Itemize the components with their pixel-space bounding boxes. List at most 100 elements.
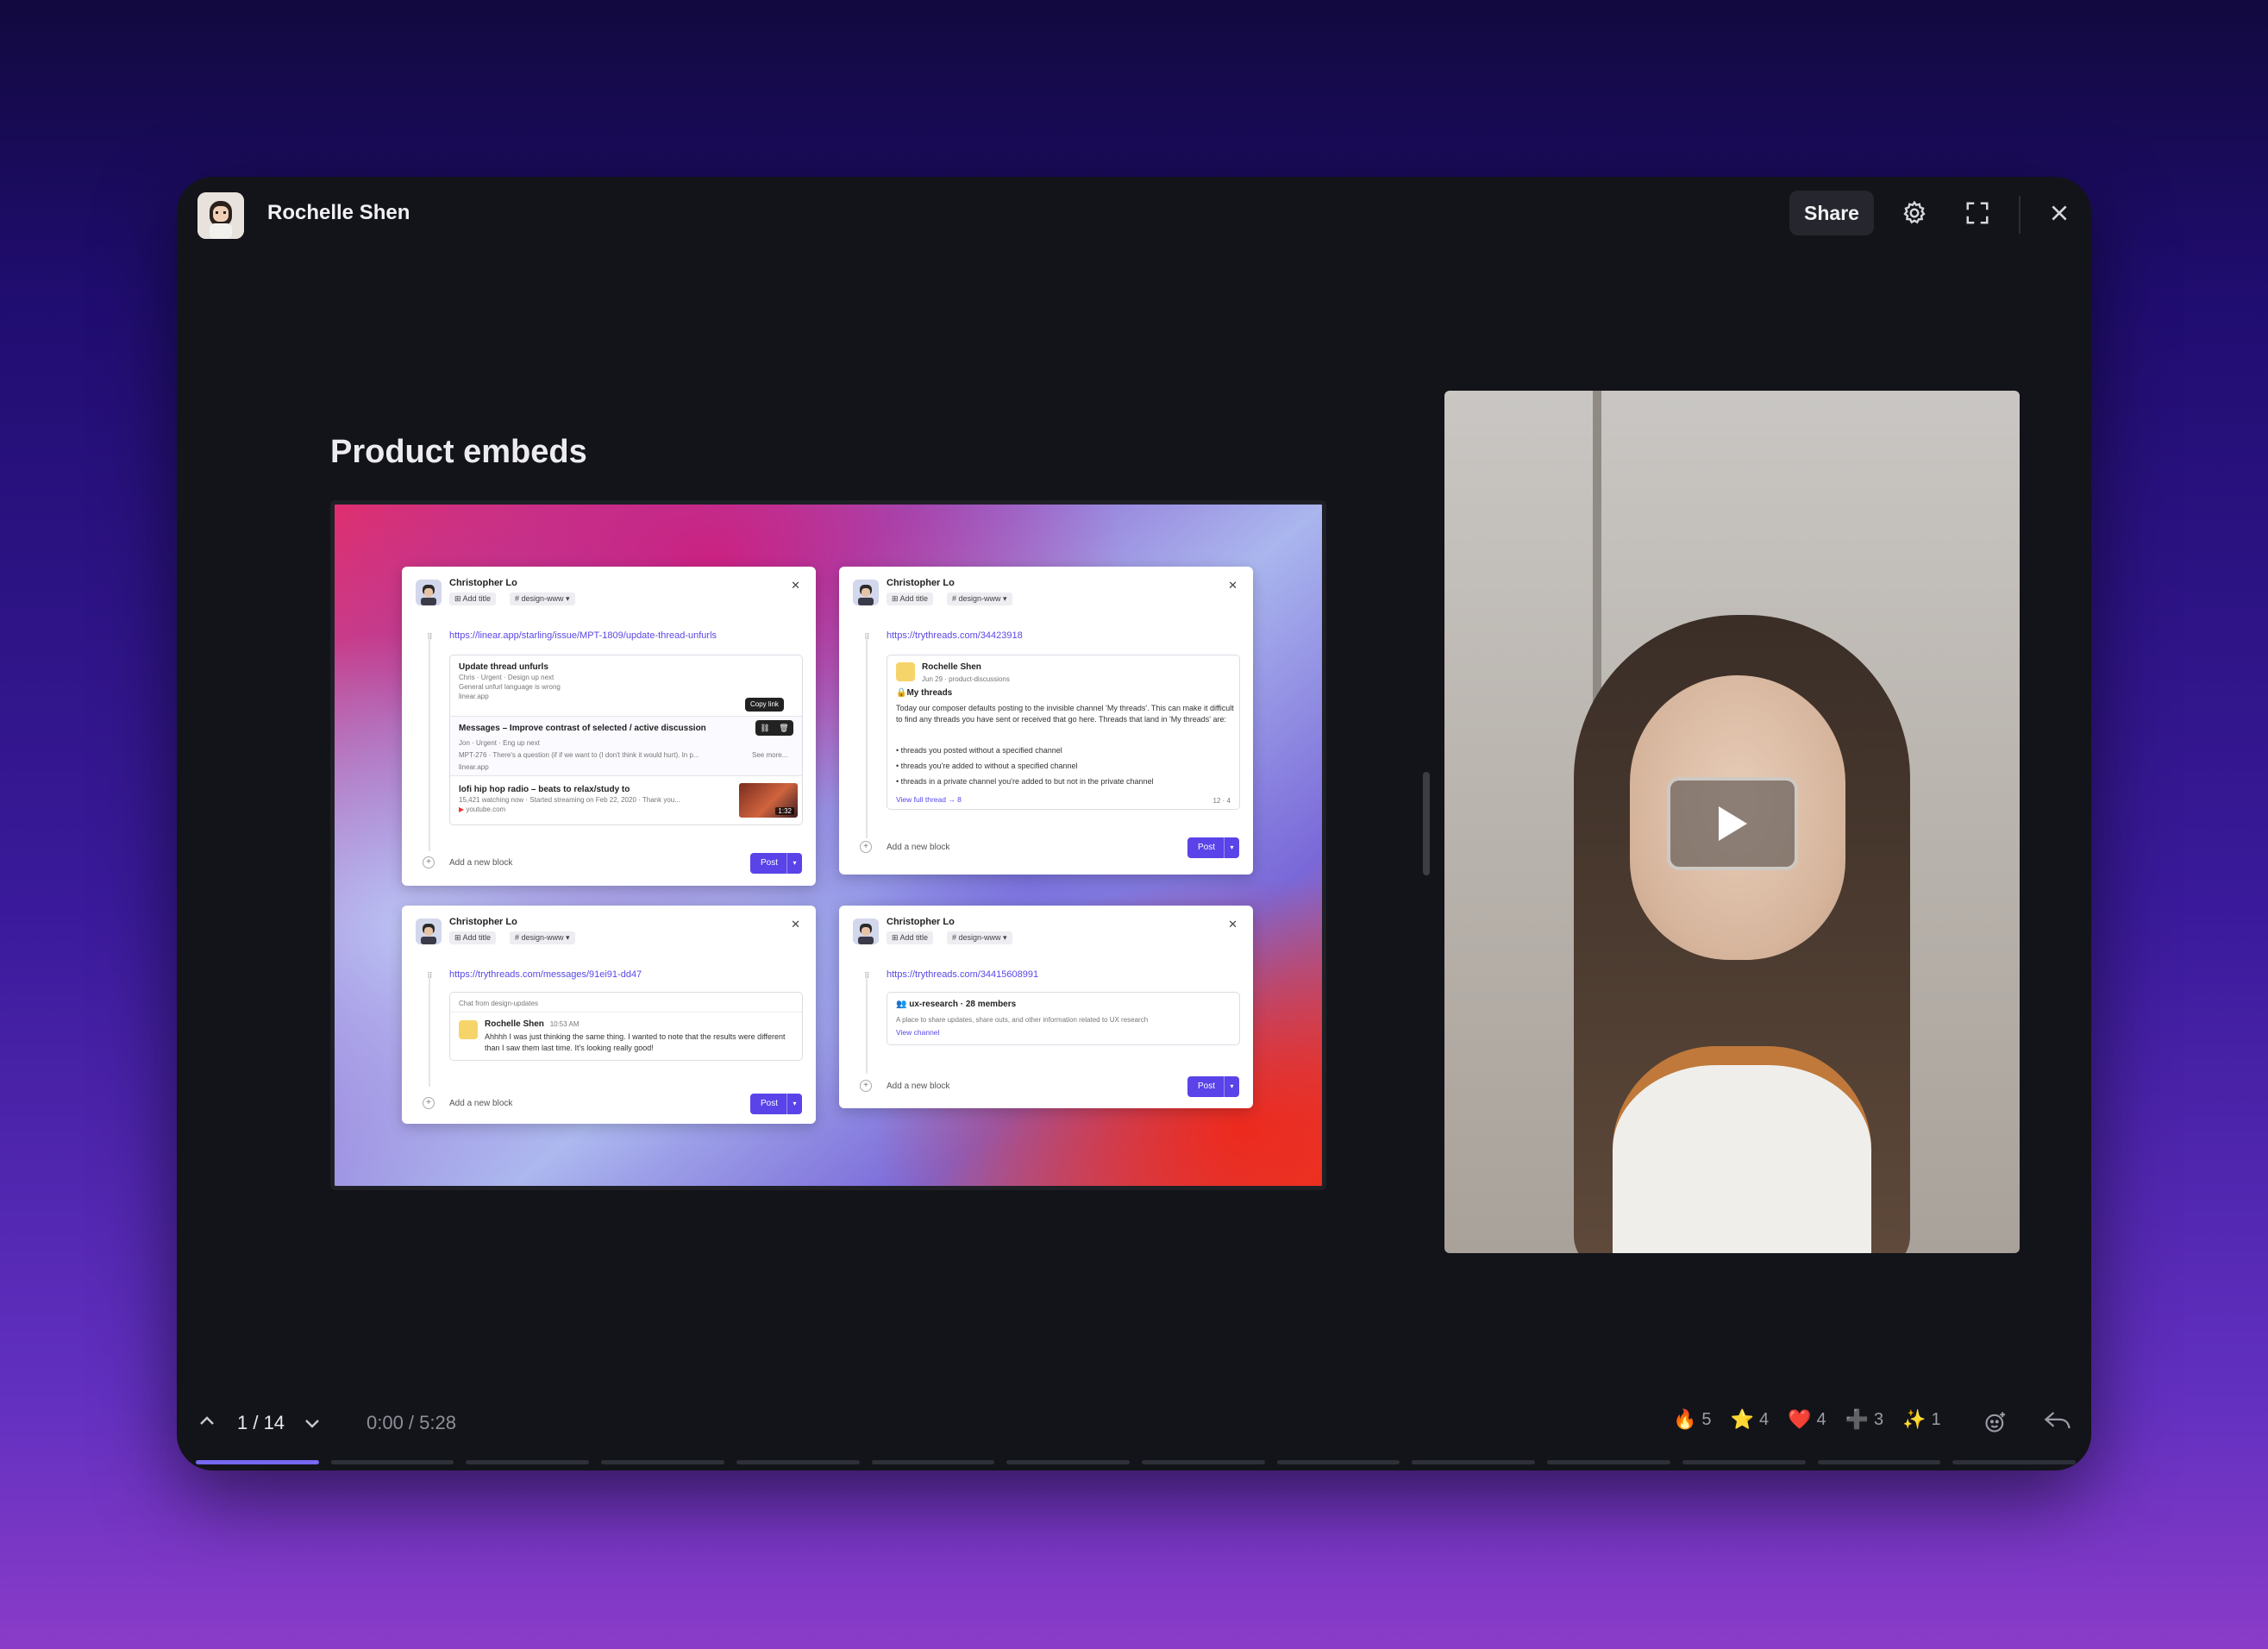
unfurl-title: Messages – Improve contrast of selected … bbox=[459, 724, 706, 733]
card-rail bbox=[866, 636, 868, 838]
progress-segment[interactable] bbox=[1682, 1460, 1806, 1464]
card-url[interactable]: https://trythreads.com/messages/91ei91-d… bbox=[449, 969, 642, 980]
add-block-icon[interactable]: + bbox=[423, 1097, 435, 1109]
add-title-chip[interactable]: ⊞ Add title bbox=[887, 593, 934, 605]
card-close-icon[interactable]: ✕ bbox=[791, 579, 800, 593]
post-button[interactable]: Post ▾ bbox=[750, 853, 802, 874]
reaction-plus[interactable]: ➕ 3 bbox=[1845, 1408, 1884, 1431]
add-block-label[interactable]: Add a new block bbox=[449, 858, 512, 868]
presenter-video[interactable] bbox=[1444, 391, 2020, 1253]
unfurl-meta: Jon · Urgent · Eng up next bbox=[459, 739, 540, 747]
view-channel-link[interactable]: View channel bbox=[896, 1028, 939, 1037]
card-close-icon[interactable]: ✕ bbox=[1228, 579, 1237, 593]
link-icon[interactable]: ⛓ bbox=[760, 724, 769, 733]
progress-segment[interactable] bbox=[196, 1460, 319, 1464]
card-url[interactable]: https://trythreads.com/34415608991 bbox=[887, 969, 1038, 980]
view-thread-link[interactable]: View full thread → 8 bbox=[896, 795, 962, 804]
card-avatar bbox=[416, 919, 442, 944]
add-title-chip[interactable]: ⊞ Add title bbox=[449, 593, 497, 605]
add-block-label[interactable]: Add a new block bbox=[887, 843, 949, 852]
progress-segment[interactable] bbox=[1952, 1460, 2077, 1464]
progress-segment[interactable] bbox=[1412, 1460, 1536, 1464]
post-button[interactable]: Post ▾ bbox=[750, 1094, 802, 1114]
reaction-count: 1 bbox=[1931, 1409, 1941, 1429]
post-button[interactable]: Post ▾ bbox=[1187, 837, 1239, 858]
fullscreen-button[interactable] bbox=[1960, 196, 1995, 230]
reply-icon bbox=[2044, 1412, 2071, 1429]
previous-slide-button[interactable] bbox=[194, 1408, 220, 1434]
play-button[interactable] bbox=[1667, 777, 1798, 870]
progress-segment[interactable] bbox=[736, 1460, 860, 1464]
chevron-down-icon[interactable]: ▾ bbox=[786, 1094, 802, 1114]
progress-segment[interactable] bbox=[466, 1460, 590, 1464]
embed-bullets: • threads you posted without a specified… bbox=[896, 746, 1154, 786]
progress-segment[interactable] bbox=[1142, 1460, 1265, 1464]
chat-embed[interactable]: Chat from design-updates Rochelle Shen 1… bbox=[449, 992, 803, 1061]
trash-icon[interactable]: 🗑 bbox=[779, 724, 788, 733]
add-block-label[interactable]: Add a new block bbox=[887, 1082, 949, 1091]
post-button[interactable]: Post ▾ bbox=[1187, 1076, 1239, 1097]
channel-embed[interactable]: 👥 ux-research · 28 members A place to sh… bbox=[887, 992, 1240, 1045]
channel-label: design-www bbox=[521, 933, 564, 942]
unfurl-item[interactable]: Update thread unfurls Chris · Urgent · D… bbox=[459, 662, 795, 700]
reply-button[interactable] bbox=[2043, 1408, 2072, 1434]
video-thumbnail[interactable]: 1:32 bbox=[739, 783, 798, 818]
channel-chip[interactable]: # design-www ▾ bbox=[510, 593, 575, 605]
progress-segment[interactable] bbox=[1817, 1460, 1941, 1464]
add-block-icon[interactable]: + bbox=[860, 1080, 872, 1092]
channel-chip[interactable]: # design-www ▾ bbox=[947, 593, 1012, 605]
progress-segment[interactable] bbox=[871, 1460, 995, 1464]
thread-embed[interactable]: Rochelle Shen Jun 29 · product-discussio… bbox=[887, 655, 1240, 810]
progress-segment[interactable] bbox=[601, 1460, 724, 1464]
channel-chip[interactable]: # design-www ▾ bbox=[947, 931, 1012, 944]
reactions-bar: 🔥 5 ⭐ 4 ❤️ 4 ➕ 3 ✨ 1 bbox=[1673, 1408, 2091, 1431]
embed-body: Today our composer defaults posting to t… bbox=[896, 704, 1234, 724]
channel-chip[interactable]: # design-www ▾ bbox=[510, 931, 575, 944]
card-close-icon[interactable]: ✕ bbox=[1228, 918, 1237, 931]
unfurl-item[interactable]: lofi hip hop radio – beats to relax/stud… bbox=[459, 785, 726, 813]
card-url[interactable]: https://trythreads.com/34423918 bbox=[887, 630, 1023, 641]
card-avatar bbox=[853, 919, 879, 944]
resize-handle[interactable] bbox=[1423, 772, 1430, 875]
message-avatar bbox=[459, 1020, 478, 1039]
add-block-icon[interactable]: + bbox=[423, 856, 435, 868]
close-button[interactable] bbox=[2042, 196, 2077, 230]
card-rail bbox=[429, 636, 430, 851]
add-block-icon[interactable]: + bbox=[860, 841, 872, 853]
heart-icon: ❤️ bbox=[1788, 1408, 1812, 1430]
share-button[interactable]: Share bbox=[1789, 191, 1874, 235]
unfurl-item-selected[interactable]: Messages – Improve contrast of selected … bbox=[450, 698, 802, 776]
progress-segment[interactable] bbox=[1276, 1460, 1400, 1464]
channel-label: design-www bbox=[521, 594, 564, 603]
see-more-link[interactable]: See more... bbox=[752, 751, 787, 759]
progress-segment[interactable] bbox=[1547, 1460, 1670, 1464]
chevron-down-icon[interactable]: ▾ bbox=[1224, 837, 1239, 858]
card-url[interactable]: https://linear.app/starling/issue/MPT-18… bbox=[449, 630, 717, 641]
post-label: Post bbox=[761, 1099, 779, 1108]
reaction-heart[interactable]: ❤️ 4 bbox=[1788, 1408, 1826, 1431]
reaction-fire[interactable]: 🔥 5 bbox=[1673, 1408, 1712, 1431]
reaction-star[interactable]: ⭐ 4 bbox=[1731, 1408, 1770, 1431]
add-title-chip[interactable]: ⊞ Add title bbox=[887, 931, 934, 944]
reaction-sparkles[interactable]: ✨ 1 bbox=[1902, 1408, 1941, 1431]
settings-button[interactable] bbox=[1897, 196, 1932, 230]
add-title-label: Add title bbox=[899, 594, 929, 603]
card-close-icon[interactable]: ✕ bbox=[791, 918, 800, 931]
next-slide-button[interactable] bbox=[299, 1410, 325, 1436]
fire-icon: 🔥 bbox=[1673, 1408, 1697, 1430]
close-icon bbox=[2052, 205, 2067, 221]
add-reaction-button[interactable] bbox=[1983, 1410, 2008, 1434]
progress-segment[interactable] bbox=[330, 1460, 454, 1464]
card-avatar bbox=[853, 580, 879, 605]
add-title-label: Add title bbox=[462, 594, 492, 603]
card-avatar bbox=[416, 580, 442, 605]
chevron-down-icon[interactable]: ▾ bbox=[1224, 1076, 1239, 1097]
unfurl-list: Update thread unfurls Chris · Urgent · D… bbox=[449, 655, 803, 825]
card-author: Christopher Lo bbox=[887, 917, 955, 927]
chevron-down-icon[interactable]: ▾ bbox=[786, 853, 802, 874]
item-actions: ⛓ 🗑 bbox=[755, 720, 793, 736]
add-title-chip[interactable]: ⊞ Add title bbox=[449, 931, 497, 944]
progress-segment[interactable] bbox=[1006, 1460, 1131, 1464]
post-label: Post bbox=[761, 858, 779, 868]
add-block-label[interactable]: Add a new block bbox=[449, 1099, 512, 1108]
